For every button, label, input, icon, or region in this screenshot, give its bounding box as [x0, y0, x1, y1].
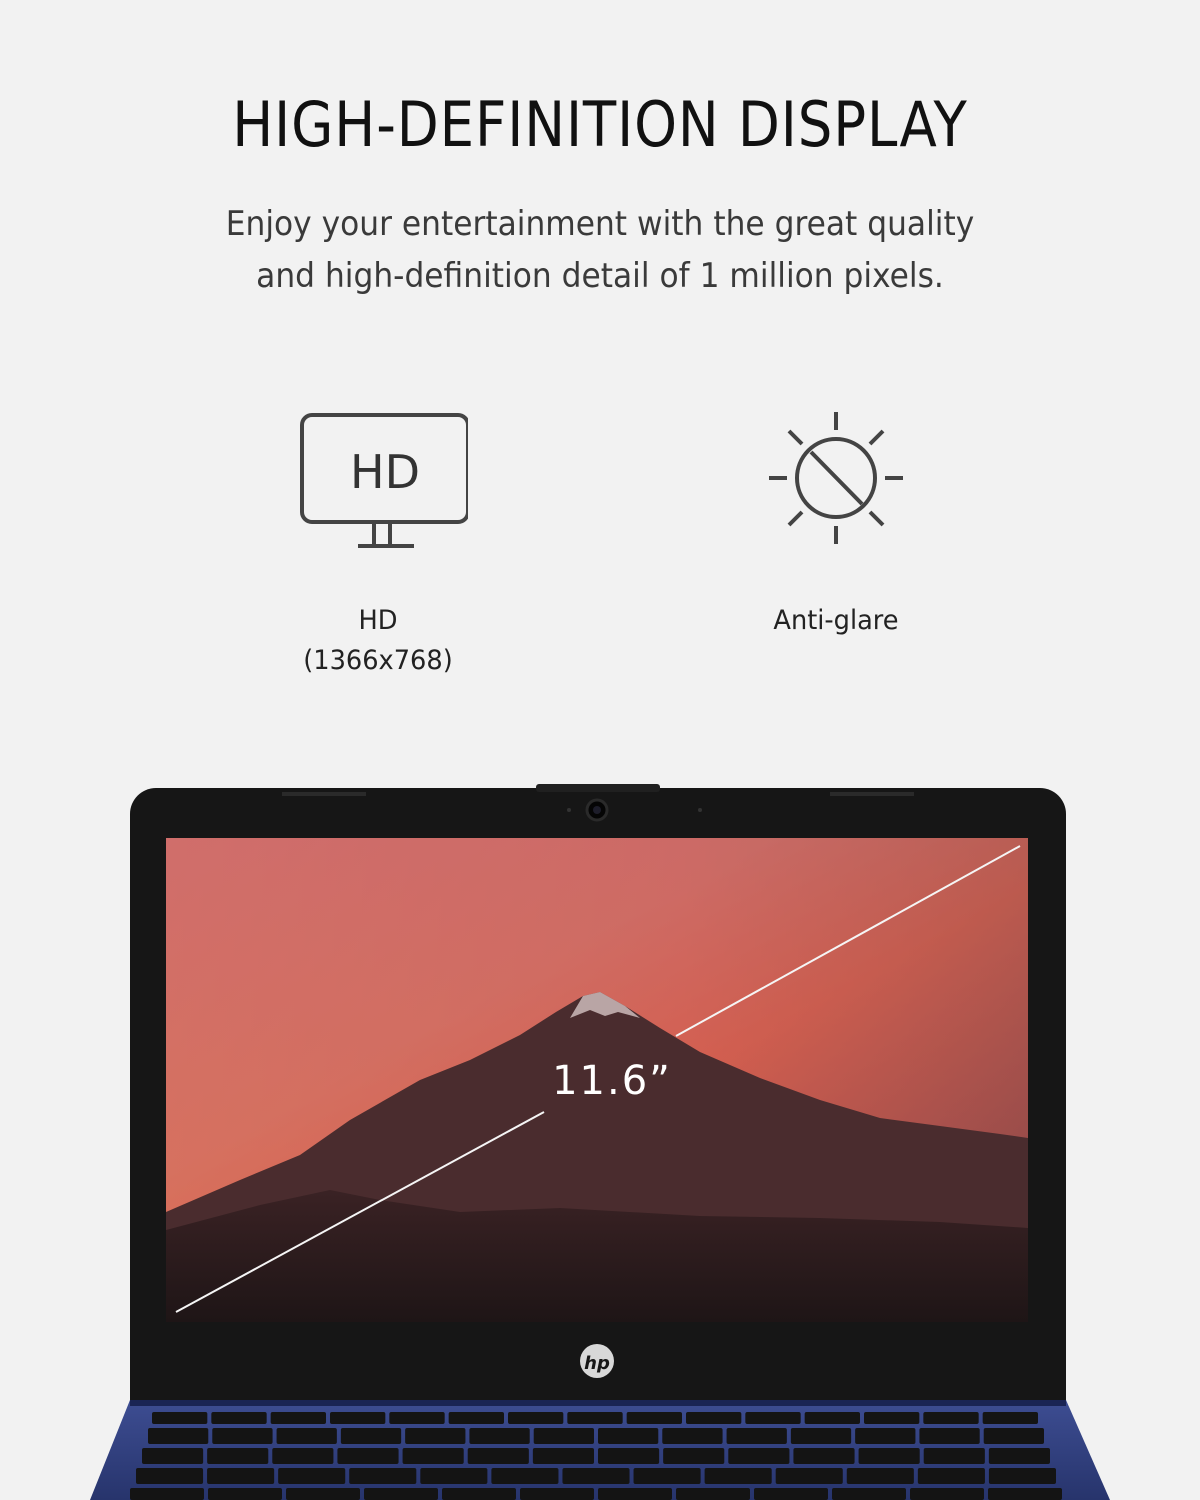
key [567, 1412, 623, 1424]
laptop-svg: 11.6” hp [90, 784, 1110, 1500]
key [704, 1468, 772, 1484]
key [633, 1468, 701, 1484]
key [533, 1428, 594, 1444]
key [508, 1412, 564, 1424]
key [775, 1468, 843, 1484]
key [790, 1428, 852, 1444]
key [676, 1488, 750, 1500]
key [467, 1448, 529, 1464]
laptop-image: 11.6” hp [0, 760, 1200, 1500]
key [152, 1412, 208, 1424]
key [272, 1448, 334, 1464]
key [832, 1488, 906, 1500]
key [532, 1448, 594, 1464]
key [793, 1448, 855, 1464]
key [754, 1488, 828, 1500]
key [864, 1412, 920, 1424]
key [211, 1412, 267, 1424]
key [402, 1448, 464, 1464]
hd-icon-text: HD [350, 445, 420, 499]
key [982, 1412, 1038, 1424]
key [923, 1412, 979, 1424]
key [420, 1468, 488, 1484]
feature-hd-label: HD (1366x768) [236, 601, 521, 681]
key [389, 1412, 445, 1424]
key [207, 1468, 275, 1484]
hp-logo: hp [584, 1353, 610, 1374]
feature-hd: HD HD (1366x768) [228, 405, 528, 681]
key [728, 1448, 790, 1464]
key [207, 1448, 269, 1464]
key [919, 1428, 980, 1444]
key [364, 1488, 438, 1500]
key [286, 1488, 360, 1500]
key [988, 1468, 1056, 1484]
key [448, 1412, 504, 1424]
key [662, 1428, 723, 1444]
key [148, 1428, 209, 1444]
key [442, 1488, 516, 1500]
feature-hd-resolution: (1366x768) [303, 645, 453, 676]
key [330, 1412, 386, 1424]
anti-glare-sun-icon [769, 412, 903, 544]
key [745, 1412, 801, 1424]
key [804, 1412, 860, 1424]
key [278, 1468, 346, 1484]
key [340, 1428, 402, 1444]
key [208, 1488, 282, 1500]
key [491, 1468, 559, 1484]
key [212, 1428, 273, 1444]
key [855, 1428, 916, 1444]
key [988, 1448, 1050, 1464]
key [858, 1448, 920, 1464]
key [276, 1428, 337, 1444]
subtitle-line-2: and high-definition detail of 1 million … [256, 256, 944, 296]
feature-anti-glare: Anti-glare [686, 405, 986, 641]
key [405, 1428, 466, 1444]
feature-hd-label-line1: HD [358, 605, 398, 636]
key [136, 1468, 204, 1484]
key [598, 1428, 659, 1444]
key [988, 1488, 1062, 1500]
key [469, 1428, 530, 1444]
key [983, 1428, 1044, 1444]
key [686, 1412, 742, 1424]
key [663, 1448, 725, 1464]
key [598, 1488, 672, 1500]
key [562, 1468, 630, 1484]
key [626, 1412, 682, 1424]
hd-monitor-icon: HD [300, 413, 468, 548]
key [349, 1468, 417, 1484]
key [598, 1448, 660, 1464]
subtitle: Enjoy your entertainment with the great … [48, 198, 1152, 302]
feature-anti-glare-label: Anti-glare [773, 605, 899, 636]
key [270, 1412, 326, 1424]
key [520, 1488, 594, 1500]
screen-size-label: 11.6” [552, 1058, 672, 1104]
key [130, 1488, 204, 1500]
key [337, 1448, 399, 1464]
subtitle-line-1: Enjoy your entertainment with the great … [225, 204, 975, 244]
key [142, 1448, 204, 1464]
key [910, 1488, 984, 1500]
page-title: HIGH-DEFINITION DISPLAY [232, 88, 968, 161]
key [923, 1448, 985, 1464]
key [917, 1468, 985, 1484]
key [846, 1468, 914, 1484]
key [726, 1428, 787, 1444]
